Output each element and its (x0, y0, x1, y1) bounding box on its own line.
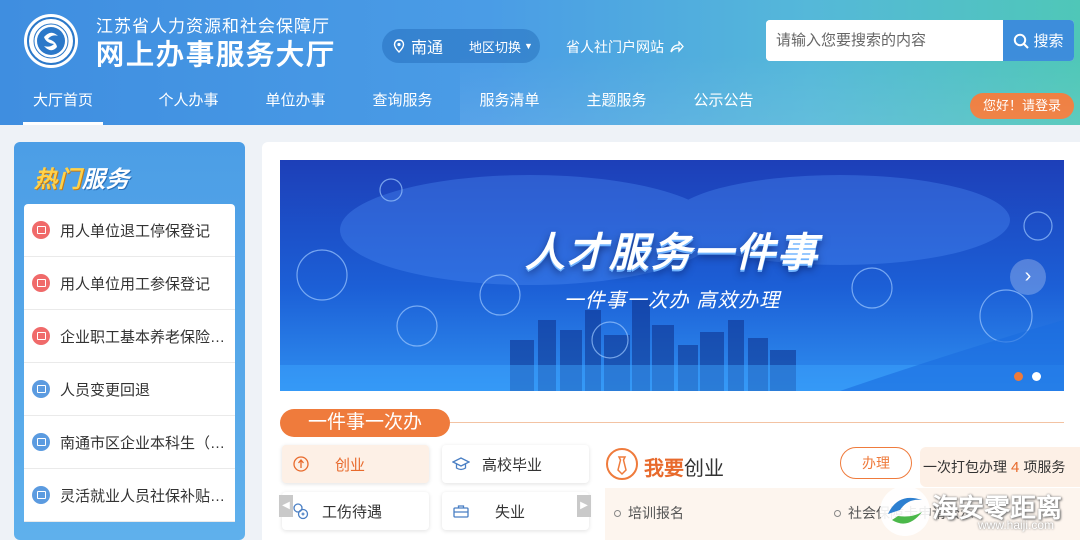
carousel-dot[interactable] (1032, 372, 1041, 381)
region-city: 南通 (411, 40, 444, 57)
search-input[interactable] (766, 20, 1003, 61)
hot-services-list: 用人单位退工停保登记 用人单位用工参保登记 企业职工基本养老保险… 人员变更回退… (24, 204, 235, 522)
category-label: 失业 (495, 503, 526, 521)
search-button-label: 搜索 (1033, 33, 1064, 50)
nav-theme[interactable]: 主题服务 (578, 82, 655, 125)
nav-personal[interactable]: 个人办事 (150, 82, 227, 125)
service-detail-title: 我要创业 (644, 452, 724, 481)
tie-icon (606, 448, 638, 480)
banner-subtitle: 一件事一次办 高效办理 (563, 290, 781, 312)
category-shiye[interactable]: 失业 (442, 492, 589, 530)
category-prev-arrow-icon[interactable]: ◀ (279, 495, 293, 517)
pack-suffix: 项服务 (1023, 459, 1066, 475)
hot-services-panel: 热门服务 用人单位退工停保登记 用人单位用工参保登记 企业职工基本养老保险… 人… (14, 142, 245, 540)
nav-home[interactable]: 大厅首页 (23, 82, 103, 125)
location-pin-icon (393, 39, 405, 53)
hot-service-label: 南通市区企业本科生（… (60, 434, 226, 452)
injury-icon (293, 503, 309, 520)
pack-prefix: 一次打包办理 (923, 459, 1007, 475)
pack-count: 4 (1011, 459, 1020, 476)
section-divider (450, 422, 1064, 423)
hot-service-label: 灵活就业人员社保补贴… (60, 487, 226, 505)
site-title: 网上办事服务大厅 (96, 39, 337, 70)
banner-next-arrow-icon[interactable]: › (1010, 259, 1046, 295)
site-header: 江苏省人力资源和社会保障厅 网上办事服务大厅 南通 地区切换 ▼ 省人社门户网站… (0, 0, 1080, 125)
nav-employer[interactable]: 单位办事 (257, 82, 334, 125)
mail-icon (32, 380, 50, 398)
apply-button[interactable]: 办理 (840, 447, 912, 479)
watermark-logo-icon (880, 486, 930, 536)
hot-title-part-a: 热门 (34, 166, 82, 192)
nav-query[interactable]: 查询服务 (364, 82, 441, 125)
hot-service-item[interactable]: 用人单位退工停保登记 (24, 204, 235, 257)
category-label: 创业 (335, 456, 366, 474)
hot-service-item[interactable]: 企业职工基本养老保险… (24, 310, 235, 363)
search-icon (1014, 33, 1030, 49)
hero-banner[interactable]: 人才服务一件事 一件事一次办 高效办理 (280, 160, 1064, 391)
document-icon (32, 274, 50, 292)
service-detail-title-rest: 创业 (684, 458, 724, 480)
mail-icon (32, 486, 50, 504)
category-gaoxiao[interactable]: 高校毕业 (442, 445, 589, 483)
graduation-cap-icon (452, 457, 470, 471)
hot-service-item[interactable]: 南通市区企业本科生（… (24, 416, 235, 469)
caret-down-icon: ▼ (524, 41, 533, 51)
hot-service-item[interactable]: 灵活就业人员社保补贴… (24, 469, 235, 522)
service-sub-item[interactable]: 培训报名 (614, 503, 684, 523)
document-icon (32, 327, 50, 345)
hot-service-label: 企业职工基本养老保险… (60, 328, 226, 346)
carousel-dot-active[interactable] (1014, 372, 1023, 381)
service-pack-count: 一次打包办理 4 项服务 (920, 447, 1080, 487)
search-box: 搜索 (766, 20, 1074, 61)
region-selector[interactable]: 南通 地区切换 ▼ (382, 29, 540, 63)
category-gongshang[interactable]: 工伤待遇 (282, 492, 429, 530)
briefcase-icon (453, 505, 469, 518)
one-thing-tab[interactable]: 一件事一次办 (280, 409, 450, 437)
region-switch-link[interactable]: 地区切换 (469, 37, 521, 56)
banner-title: 人才服务一件事 (525, 231, 819, 275)
main-nav: 大厅首页 个人办事 单位办事 查询服务 服务清单 主题服务 公示公告 (0, 82, 762, 125)
watermark: 海安零距离 www.haiji.com (878, 482, 1080, 540)
hot-service-item[interactable]: 用人单位用工参保登记 (24, 257, 235, 310)
portal-label: 省人社门户网站 (566, 39, 664, 55)
hot-service-item[interactable]: 人员变更回退 (24, 363, 235, 416)
mail-icon (32, 433, 50, 451)
site-logo[interactable] (24, 14, 78, 68)
nav-notice[interactable]: 公示公告 (685, 82, 762, 125)
hot-title-part-b: 服务 (82, 166, 130, 192)
category-next-arrow-icon[interactable]: ▶ (577, 495, 591, 517)
hot-service-label: 用人单位用工参保登记 (60, 275, 211, 293)
startup-icon (293, 456, 309, 472)
hot-service-label: 人员变更回退 (60, 381, 151, 399)
nav-service-list[interactable]: 服务清单 (471, 82, 548, 125)
hot-services-title: 热门服务 (34, 160, 130, 194)
hrss-emblem-icon (27, 17, 75, 65)
category-label: 高校毕业 (482, 456, 543, 474)
login-button[interactable]: 您好！请登录 (970, 93, 1074, 119)
service-detail-title-em: 我要 (644, 458, 684, 480)
category-label: 工伤待遇 (322, 503, 383, 521)
share-arrow-icon (670, 41, 684, 53)
search-button[interactable]: 搜索 (1003, 20, 1074, 61)
document-icon (32, 221, 50, 239)
provincial-portal-link[interactable]: 省人社门户网站 (566, 37, 684, 57)
hot-service-label: 用人单位退工停保登记 (60, 222, 211, 240)
category-chuangye[interactable]: 创业 (282, 445, 429, 483)
watermark-url: www.haiji.com (978, 518, 1055, 532)
